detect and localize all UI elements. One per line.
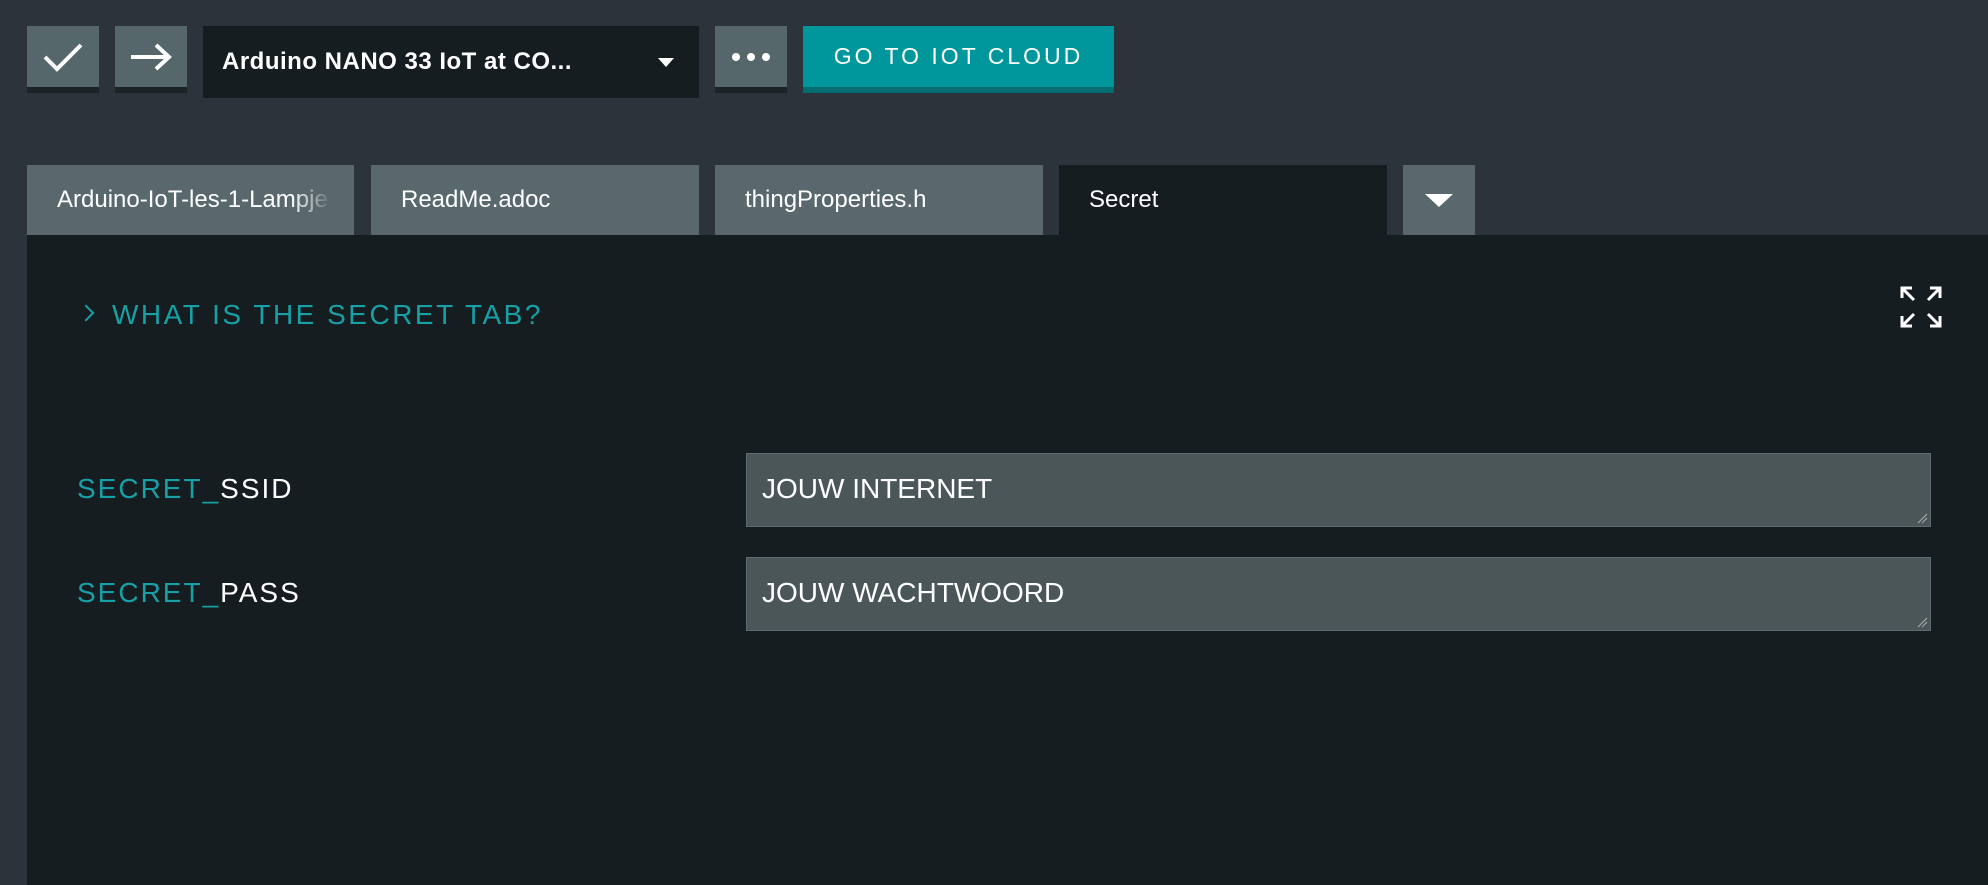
resize-grip-icon[interactable] (1916, 616, 1928, 628)
tab-thing-properties[interactable]: thingProperties.h (715, 165, 1043, 235)
tab-secret[interactable]: Secret (1059, 165, 1387, 235)
iot-cloud-label: GO TO IOT CLOUD (833, 43, 1084, 69)
tab-label: Secret (1089, 186, 1159, 213)
tabs-menu-button[interactable] (1403, 165, 1475, 235)
upload-button[interactable] (115, 26, 187, 93)
chevron-right-icon (77, 304, 95, 322)
ellipsis-icon (732, 52, 770, 61)
secret-prefix: SECRET_ (77, 473, 221, 504)
secret-pass-input[interactable]: JOUW WACHTWOORD (746, 557, 1931, 631)
board-selector[interactable]: Arduino NANO 33 IoT at CO... (203, 26, 699, 98)
check-icon (43, 43, 83, 72)
secret-ssid-label: SECRET_SSID (77, 473, 294, 505)
secret-ssid-input[interactable]: JOUW INTERNET (746, 453, 1931, 527)
expand-icon[interactable] (1899, 285, 1943, 329)
board-selector-label: Arduino NANO 33 IoT at CO... (222, 48, 573, 75)
resize-grip-icon[interactable] (1916, 512, 1928, 524)
arrow-right-icon (131, 43, 172, 70)
caret-down-icon (1425, 194, 1453, 207)
tab-sketch[interactable]: Arduino-IoT-les-1-Lampje (27, 165, 354, 235)
chevron-down-icon (658, 58, 674, 67)
verify-button[interactable] (27, 26, 99, 93)
secret-pass-label: SECRET_PASS (77, 577, 301, 609)
tab-label: thingProperties.h (745, 186, 927, 213)
secret-prefix: SECRET_ (77, 577, 221, 608)
secret-pass-value: JOUW WACHTWOORD (762, 577, 1065, 608)
tab-label: ReadMe.adoc (401, 186, 551, 213)
tab-label: Arduino-IoT-les-1-Lampje (57, 186, 328, 213)
secret-help-toggle[interactable]: WHAT IS THE SECRET TAB? (77, 298, 543, 332)
go-to-iot-cloud-button[interactable]: GO TO IOT CLOUD (803, 26, 1114, 93)
help-title: WHAT IS THE SECRET TAB? (112, 299, 543, 330)
secret-name: SSID (220, 473, 294, 504)
tab-readme[interactable]: ReadMe.adoc (371, 165, 699, 235)
more-options-button[interactable] (715, 26, 787, 93)
secret-ssid-value: JOUW INTERNET (762, 473, 993, 504)
secret-name: PASS (220, 577, 301, 608)
